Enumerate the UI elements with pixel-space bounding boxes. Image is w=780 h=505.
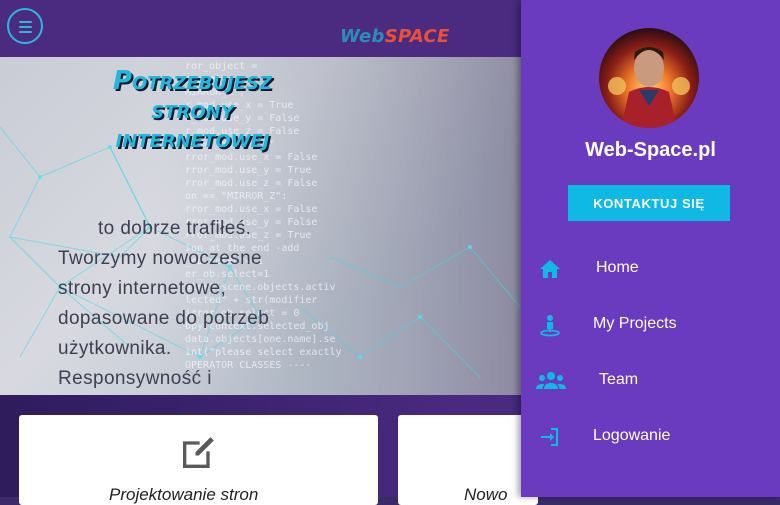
side-drawer: Web-Space.pl KONTAKTUJ SIĘ Home My Proje…: [521, 0, 780, 497]
sidebar-item-team[interactable]: Team: [521, 361, 780, 401]
home-icon: [540, 260, 560, 278]
sidebar-item-home[interactable]: Home: [521, 249, 780, 289]
service-card-title: Projektowanie stron: [109, 485, 259, 504]
site-logo[interactable]: WebSPACE: [340, 26, 450, 47]
hero-text-line4: dopasowane do potrzeb: [58, 308, 270, 329]
logo-part-space: SPACE: [384, 26, 450, 47]
hero-heading-line3: internetowej: [115, 124, 270, 154]
logo-part-web: Web: [340, 26, 385, 47]
sidebar-item-label: Home: [596, 259, 639, 276]
hero-heading-line2: strony: [151, 95, 234, 125]
service-card-design[interactable]: Projektowanie stron: [19, 415, 378, 505]
edit-icon: [183, 437, 214, 468]
sidebar-item-label: My Projects: [593, 315, 677, 332]
hero-text-line3: strony internetowe,: [58, 278, 227, 299]
sidebar-item-label: Team: [599, 371, 639, 388]
hero-text-line5: użytkownika.: [58, 338, 172, 359]
site-name: Web-Space.pl: [585, 139, 716, 161]
hero-text-line2: Tworzymy nowoczesne: [58, 248, 263, 269]
sidebar-item-logowanie[interactable]: Logowanie: [521, 417, 780, 457]
hero-description: to dobrze trafiłeś. Tworzymy nowoczesne …: [58, 214, 308, 394]
service-card-title: Nowo: [464, 485, 508, 504]
hamburger-menu-icon[interactable]: [7, 8, 43, 44]
hero-heading-line1: Potrzebujesz: [112, 66, 273, 96]
contact-button[interactable]: KONTAKTUJ SIĘ: [568, 185, 730, 221]
code-line: rror_mod.use_z = False: [185, 178, 317, 189]
sidebar-item-my-projects[interactable]: My Projects: [521, 305, 780, 345]
hero-text-line6: Responsywność i: [58, 368, 212, 389]
service-card-new[interactable]: Nowo: [398, 415, 538, 505]
group-icon: [536, 372, 566, 389]
person-pin-icon: [540, 315, 560, 337]
code-line: rror_mod.use_y = True: [185, 165, 311, 176]
hero-heading: Potrzebujesz strony internetowej: [80, 67, 305, 154]
code-line: on == "MIRROR_Z":: [185, 191, 287, 202]
profile-avatar: [599, 28, 699, 128]
login-icon: [541, 428, 558, 446]
sidebar-item-label: Logowanie: [593, 427, 671, 444]
hero-text-line1: to dobrze trafiłeś.: [98, 218, 252, 239]
